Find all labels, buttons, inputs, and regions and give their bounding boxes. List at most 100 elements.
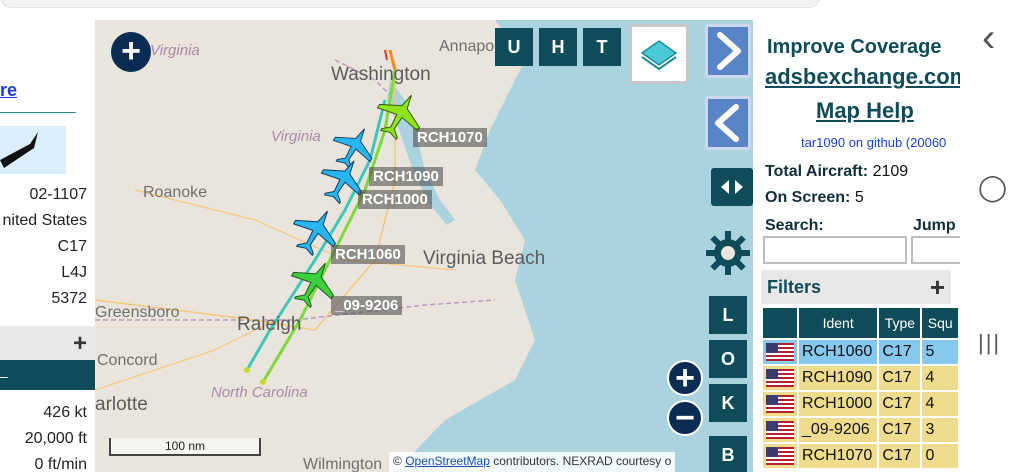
aircraft-label[interactable]: _09-9206 [331, 296, 403, 315]
map-label-virginia-beach: Virginia Beach [423, 248, 546, 269]
toggle-u-button[interactable]: U [495, 28, 533, 66]
column-header-squawk[interactable]: Squ [922, 308, 958, 338]
toggle-h-button[interactable]: H [539, 28, 577, 66]
zoom-in-button[interactable]: + [667, 360, 703, 396]
on-screen-label: On Screen: [765, 189, 851, 206]
aircraft-label[interactable]: RCH1000 [358, 190, 432, 209]
section-header[interactable]: + [0, 326, 95, 360]
total-aircraft-value: 2109 [872, 163, 909, 180]
aircraft-label[interactable]: RCH1090 [369, 167, 443, 186]
aircraft-photo [0, 126, 66, 174]
divider [0, 112, 76, 113]
search-input[interactable] [763, 236, 907, 264]
github-link[interactable]: tar1090 on github (20060 [801, 135, 946, 150]
table-row[interactable]: RCH1090 C17 4 [763, 366, 958, 390]
column-header-flag[interactable] [763, 308, 797, 338]
resize-sidebar-button[interactable] [711, 168, 753, 206]
squawk-cell: 0 [922, 444, 958, 468]
table-row[interactable]: RCH1000 C17 4 [763, 392, 958, 416]
map-help-link[interactable]: Map Help [816, 98, 914, 124]
squawk: 5372 [51, 290, 87, 307]
map-attribution: © OpenStreetMap contributors. NEXRAD cou… [389, 452, 676, 472]
chevron-left-icon [715, 104, 739, 142]
ident-cell: RCH1000 [799, 392, 878, 416]
type-cell: C17 [879, 340, 921, 364]
collapse-panel-button[interactable] [705, 96, 751, 150]
flag-cell [763, 340, 797, 364]
filters-label: Filters [767, 277, 822, 297]
map-label-concord: Concord [97, 352, 158, 369]
site-link[interactable]: adsbexchange.com [765, 64, 960, 90]
table-row[interactable]: RCH1060 C17 5 [763, 340, 958, 364]
detail-link[interactable]: re [0, 80, 17, 101]
column-header-ident[interactable]: Ident [799, 308, 878, 338]
filters-header[interactable]: Filters + [761, 270, 951, 304]
aircraft-type: C17 [57, 238, 87, 255]
flag-cell [763, 366, 797, 390]
collapse-icon[interactable]: – [0, 368, 8, 384]
section-header-teal[interactable]: – [0, 360, 95, 390]
map-label-wilmington: Wilmington [303, 456, 383, 472]
column-header-type[interactable]: Type [879, 308, 921, 338]
expand-panel-button[interactable] [705, 24, 751, 78]
chevron-right-icon [717, 32, 741, 70]
on-screen-value: 5 [854, 189, 864, 206]
total-aircraft-label: Total Aircraft: [765, 163, 869, 180]
toggle-b-button[interactable]: B [709, 436, 747, 472]
us-flag-icon [766, 420, 794, 439]
type-designator: L4J [61, 264, 87, 281]
back-icon[interactable]: ‹ [982, 16, 995, 61]
expand-icon[interactable]: + [73, 330, 87, 358]
gear-icon[interactable] [705, 230, 751, 276]
us-flag-icon [766, 342, 794, 361]
map-label-north-carolina: North Carolina [211, 384, 308, 401]
ground-speed: 426 kt [43, 404, 87, 421]
table-row[interactable]: _09-9206 C17 3 [763, 418, 958, 442]
us-flag-icon [766, 394, 794, 413]
on-screen-count: On Screen: 5 [765, 189, 864, 207]
toggle-l-button[interactable]: L [709, 296, 747, 334]
altitude: 20,000 ft [24, 430, 87, 447]
browser-address-bar[interactable] [0, 0, 960, 20]
vertical-rate: 0 ft/min [34, 456, 87, 472]
map-label-raleigh: Raleigh [237, 314, 302, 335]
attribution-prefix: © [393, 454, 406, 468]
sidebar-panel: Improve Coverage adsbexchange.com Map He… [753, 20, 960, 472]
toggle-o-button[interactable]: O [709, 340, 747, 378]
squawk-cell: 4 [922, 366, 958, 390]
recents-icon[interactable]: ||| [978, 330, 1001, 356]
jump-input[interactable] [911, 236, 960, 264]
table-header-row: Ident Type Squ [763, 308, 958, 338]
home-icon[interactable]: ◯ [978, 172, 1007, 203]
us-flag-icon [766, 446, 794, 465]
flag-cell [763, 418, 797, 442]
aircraft-label[interactable]: RCH1060 [331, 245, 405, 264]
type-cell: C17 [879, 392, 921, 416]
registration: 02-1107 [29, 186, 87, 203]
attribution-text: contributors. NEXRAD courtesy o [489, 454, 672, 468]
map-label-greensboro: Greensboro [95, 304, 180, 321]
table-row[interactable]: RCH1070 C17 0 [763, 444, 958, 468]
search-label: Search: [765, 217, 824, 234]
aircraft-photo-silhouette [0, 132, 38, 168]
toggle-t-button[interactable]: T [583, 28, 621, 66]
flag-cell [763, 392, 797, 416]
toggle-k-button[interactable]: K [709, 384, 747, 422]
scale-bar: 100 nm [109, 438, 261, 456]
squawk-cell: 4 [922, 392, 958, 416]
system-nav-bar: ‹ ◯ ||| [960, 0, 1024, 472]
add-button[interactable]: + [111, 32, 151, 72]
aircraft-label[interactable]: RCH1070 [413, 128, 487, 147]
add-filter-icon[interactable]: + [930, 272, 945, 303]
map-label-virginia-north: Virginia [150, 42, 200, 59]
zoom-out-button[interactable]: − [667, 400, 703, 436]
flag-cell [763, 444, 797, 468]
aircraft-detail-panel: re 02-1107 nited States C17 L4J 5372 + –… [0, 20, 95, 472]
address-pill[interactable] [0, 0, 820, 8]
map-canvas[interactable]: Virginia Annapolis Washington Virginia R… [95, 20, 753, 472]
arrows-horizontal-icon [721, 180, 743, 194]
aircraft-table: Ident Type Squ RCH1060 C17 5 RCH1090 C17 4 RCH… [761, 306, 960, 470]
layers-button[interactable] [629, 24, 689, 84]
squawk-cell: 3 [922, 418, 958, 442]
openstreetmap-link[interactable]: OpenStreetMap [405, 454, 490, 468]
